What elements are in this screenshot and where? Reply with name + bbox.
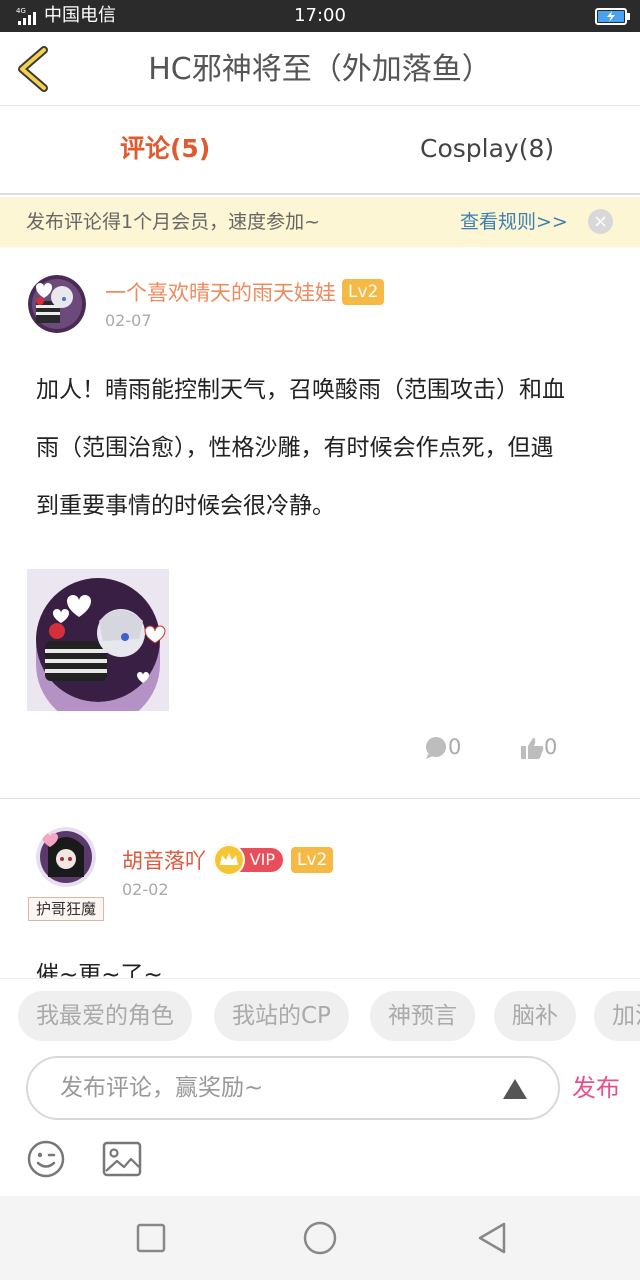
- tab-comments[interactable]: 评论(5): [120, 133, 210, 165]
- level-badge: Lv2: [291, 847, 334, 873]
- system-nav-bar: [0, 1196, 640, 1280]
- emoji-icon[interactable]: [26, 1139, 66, 1179]
- back-nav-button[interactable]: [474, 1220, 510, 1256]
- reply-count: 0: [448, 735, 462, 759]
- quick-tag[interactable]: 我最爱的角色: [18, 991, 192, 1041]
- triangle-up-icon[interactable]: [502, 1078, 528, 1100]
- image-icon[interactable]: [102, 1141, 142, 1177]
- comment-icon: [426, 737, 446, 759]
- username[interactable]: 胡音落吖: [122, 847, 206, 875]
- comment-date: 02-02: [122, 880, 169, 899]
- comment-input[interactable]: [60, 1068, 460, 1108]
- quick-tag[interactable]: 神预言: [370, 991, 475, 1041]
- username[interactable]: 一个喜欢晴天的雨天娃娃: [105, 279, 336, 307]
- composer: 我最爱的角色 我站的CP 神预言 脑补 加油 发布: [0, 978, 640, 1196]
- title-tag: 护哥狂魔: [28, 897, 104, 921]
- tab-bar: 评论(5) Cosplay(8): [0, 107, 640, 195]
- recent-apps-button[interactable]: [133, 1220, 169, 1256]
- comment-image[interactable]: [27, 569, 169, 711]
- reply-count-button[interactable]: 0: [424, 732, 461, 762]
- comment-input-box: [26, 1056, 560, 1120]
- thumbs-up-icon: [521, 738, 544, 759]
- tab-cosplay[interactable]: Cosplay(8): [420, 133, 554, 165]
- like-count: 0: [544, 735, 558, 759]
- notice-text: 发布评论得1个月会员，速度参加~: [26, 211, 321, 233]
- view-rules-link[interactable]: 查看规则>>: [460, 209, 568, 235]
- close-icon[interactable]: ×: [588, 209, 613, 234]
- page-title: HC邪神将至（外加落鱼）: [148, 52, 492, 87]
- comment-line: 雨（范围治愈），性格沙雕，有时候会作点死，但遇: [36, 435, 554, 461]
- avatar[interactable]: [28, 275, 86, 333]
- crown-icon: [213, 844, 245, 876]
- home-button[interactable]: [302, 1220, 338, 1256]
- avatar[interactable]: [36, 827, 96, 887]
- divider: [0, 798, 640, 799]
- send-button[interactable]: 发布: [572, 1073, 620, 1103]
- back-button[interactable]: [14, 46, 54, 92]
- comment-date: 02-07: [105, 311, 152, 330]
- quick-tag[interactable]: 加油: [594, 991, 640, 1041]
- level-badge: Lv2: [342, 279, 385, 305]
- battery-icon: [595, 8, 630, 25]
- comment-line: 到重要事情的时候会很冷静。: [36, 493, 335, 519]
- clock: 17:00: [294, 5, 346, 26]
- comment-text: 加人！晴雨能控制天气，召唤酸雨（范围攻击）和血 雨（范围治愈），性格沙雕，有时候…: [36, 361, 616, 535]
- notice-banner: 发布评论得1个月会员，速度参加~ 查看规则>> ×: [0, 197, 640, 247]
- quick-tag[interactable]: 我站的CP: [214, 991, 349, 1041]
- status-bar: 4G 中国电信 17:00: [0, 0, 640, 32]
- quick-tag[interactable]: 脑补: [494, 991, 576, 1041]
- title-bar: HC邪神将至（外加落鱼）: [0, 32, 640, 106]
- comment-line: 加人！晴雨能控制天气，召唤酸雨（范围攻击）和血: [36, 377, 565, 403]
- like-button[interactable]: 0: [520, 732, 557, 762]
- app-screen: 4G 中国电信 17:00 HC邪神将至（外加落鱼） 评论(5) Cosplay…: [0, 0, 640, 1280]
